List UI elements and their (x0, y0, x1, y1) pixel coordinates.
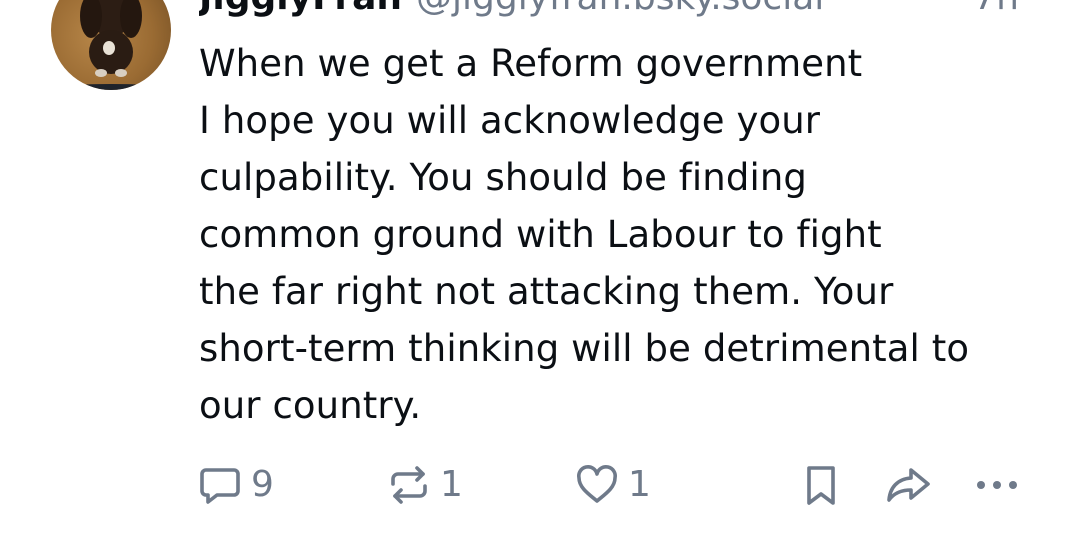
like-button[interactable]: 1 (574, 460, 651, 510)
avatar[interactable] (51, 0, 171, 90)
repost-button[interactable]: 1 (386, 460, 463, 510)
share-arrow-icon (887, 468, 930, 502)
dog-avatar-image (51, 0, 171, 90)
repost-arrows-icon (391, 466, 427, 504)
repost-count: 1 (440, 464, 463, 505)
post-text: When we get a Reform government I hope y… (199, 42, 970, 427)
more-options-button[interactable] (971, 460, 1023, 510)
author-display-name[interactable]: JigglyFran (199, 0, 402, 18)
reply-button[interactable]: 9 (197, 460, 274, 510)
share-button[interactable] (884, 460, 934, 510)
author-handle[interactable]: @jigglyfran.bsky.social (416, 0, 824, 18)
post[interactable]: JigglyFran @jigglyfran.bsky.social 7h Whe… (0, 0, 1080, 545)
post-timestamp[interactable]: 7h (973, 0, 1019, 18)
ellipsis-icon (977, 481, 1017, 489)
reply-count: 9 (251, 464, 274, 505)
speech-bubble-icon (200, 468, 240, 504)
post-actions-bar: 9 1 1 (0, 460, 1080, 510)
heart-icon (576, 464, 618, 503)
bookmark-button[interactable] (801, 460, 841, 510)
post-header: JigglyFran @jigglyfran.bsky.social 7h (199, 0, 1059, 18)
bookmark-icon (807, 466, 835, 505)
like-count: 1 (628, 464, 651, 505)
